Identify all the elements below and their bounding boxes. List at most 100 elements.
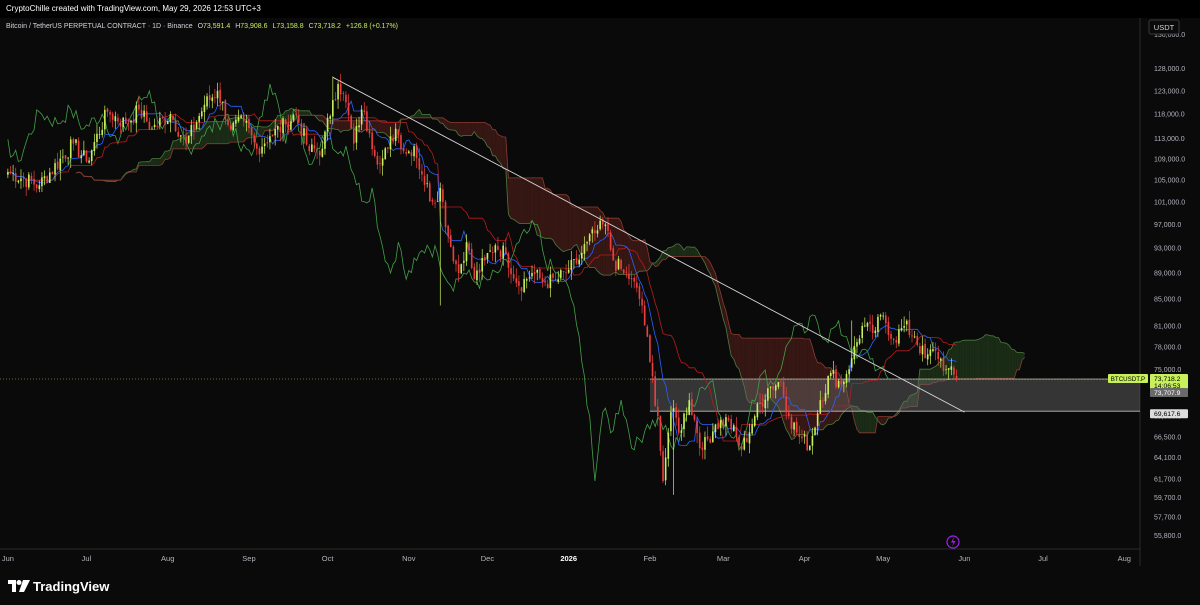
candle-body — [159, 118, 161, 126]
candle-body — [827, 375, 829, 395]
kumo-segment — [686, 246, 690, 257]
candle-body — [35, 184, 38, 188]
candle-body — [295, 114, 297, 115]
candle-body — [544, 280, 546, 283]
candle-body — [297, 115, 300, 123]
candle-body — [274, 128, 276, 136]
candle-body — [667, 432, 670, 459]
kumo-segment — [508, 177, 512, 219]
candle-body — [719, 420, 722, 428]
x-tick-label: Jul — [82, 554, 92, 563]
kumo-segment — [990, 335, 994, 379]
candle-body — [316, 149, 318, 151]
candle-body — [227, 120, 229, 126]
y-tick-label: 113,000.0 — [1154, 136, 1185, 143]
kumo-segment — [628, 235, 632, 275]
candle-body — [769, 387, 772, 388]
x-tick-label: 2026 — [560, 554, 577, 563]
attribution-bar: CryptoChille created with TradingView.co… — [0, 0, 1200, 18]
candle-body — [468, 243, 470, 251]
candle-body — [942, 357, 945, 371]
candle-body — [198, 115, 200, 122]
price-axis[interactable] — [1140, 18, 1200, 566]
candle-body — [782, 381, 785, 396]
candle-body — [712, 431, 714, 442]
kumo-segment — [626, 232, 629, 275]
candle-body — [442, 189, 444, 203]
candle-body — [688, 400, 691, 416]
candle-body — [950, 366, 953, 370]
candle-body — [617, 258, 620, 270]
candle-body — [562, 271, 565, 272]
candle-body — [449, 235, 452, 248]
candle-body — [481, 257, 484, 272]
candle-body — [905, 320, 908, 325]
kumo-segment — [689, 246, 692, 257]
candle-body — [394, 128, 397, 141]
tradingview-brand: TradingView — [33, 579, 110, 594]
y-tick-label: 59,700.0 — [1154, 495, 1181, 502]
kumo-segment — [547, 188, 551, 239]
kumo-segment — [969, 340, 973, 379]
candle-body — [214, 97, 216, 99]
candle-body — [596, 230, 599, 234]
candle-body — [290, 121, 292, 130]
candle-body — [504, 247, 507, 255]
candle-body — [953, 367, 955, 375]
candle-body — [811, 435, 814, 446]
candle-body — [177, 131, 180, 137]
candle-body — [229, 125, 232, 129]
candle-body — [675, 407, 677, 418]
candle-body — [339, 83, 342, 95]
kumo-segment — [576, 207, 580, 251]
candle-body — [494, 245, 497, 253]
candle-body — [292, 115, 295, 121]
kumo-segment — [343, 120, 346, 131]
candle-body — [72, 139, 75, 144]
candle-body — [452, 246, 455, 262]
candle-body — [767, 388, 769, 401]
candle-body — [580, 252, 583, 259]
candle-body — [14, 173, 17, 182]
candle-body — [633, 277, 636, 282]
legend-high: 73,908.6 — [240, 23, 267, 30]
kumo-segment — [988, 334, 991, 379]
candle-body — [725, 417, 727, 427]
kumo-segment — [959, 340, 962, 379]
candle-body — [651, 362, 654, 377]
candle-body — [683, 413, 685, 430]
candle-body — [732, 425, 735, 432]
candle-body — [853, 346, 856, 360]
candle-body — [284, 119, 287, 124]
candle-body — [180, 135, 182, 137]
kumo-segment — [345, 120, 349, 131]
candle-body — [153, 124, 156, 128]
candle-body — [408, 151, 410, 154]
candle-body — [248, 119, 250, 129]
kumo-segment — [571, 205, 574, 250]
kumo-segment — [938, 360, 941, 381]
y-tick-label: 89,000.0 — [1154, 270, 1181, 277]
candle-body — [649, 335, 651, 362]
y-tick-label: 101,000.0 — [1154, 199, 1185, 206]
y-tick-label: 57,700.0 — [1154, 514, 1181, 521]
candle-body — [507, 253, 510, 268]
candle-body — [940, 358, 942, 361]
candle-body — [381, 158, 384, 166]
candle-body — [701, 447, 704, 450]
candle-body — [43, 176, 46, 179]
kumo-segment — [259, 126, 263, 137]
candle-body — [48, 172, 51, 183]
candle-body — [764, 399, 767, 409]
candle-body — [664, 457, 667, 481]
candle-body — [54, 163, 56, 175]
chart-canvas[interactable]: 136,000.0128,000.0123,000.0118,000.0113,… — [0, 18, 1200, 566]
candle-body — [256, 143, 258, 149]
candle-body — [751, 424, 753, 434]
kumo-segment — [209, 121, 213, 144]
candle-body — [900, 328, 903, 331]
candle-body — [536, 269, 539, 273]
candle-body — [145, 111, 148, 122]
candle-body — [926, 354, 929, 360]
candle-body — [345, 94, 347, 103]
